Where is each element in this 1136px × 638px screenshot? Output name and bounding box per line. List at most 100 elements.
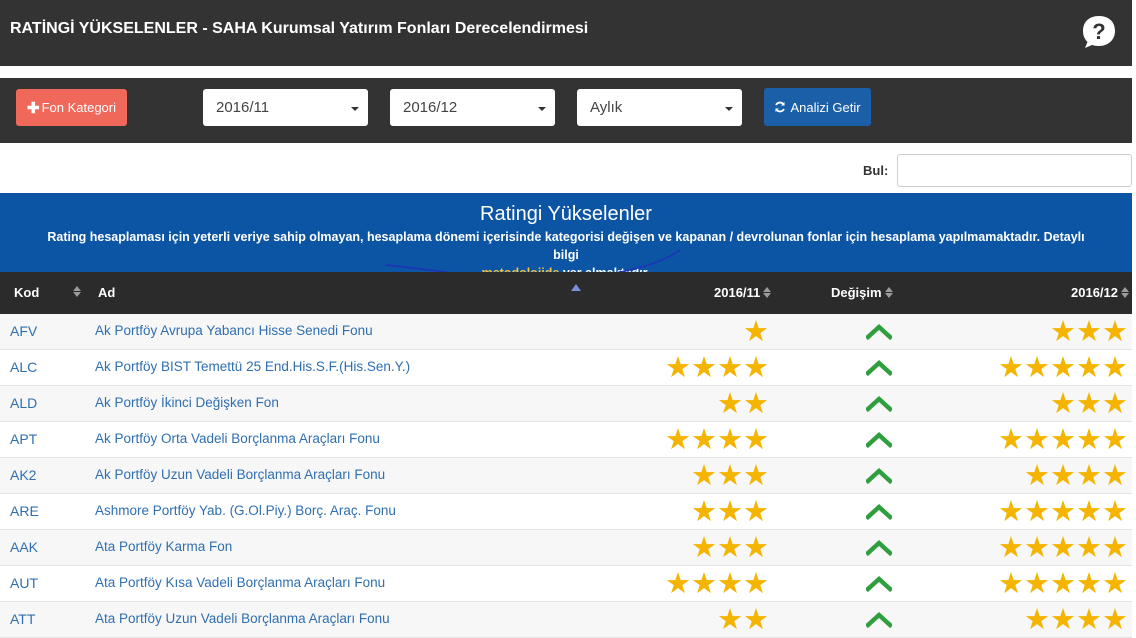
- star-icon: ★: [665, 352, 691, 384]
- table-row[interactable]: AUT Ata Portföy Kısa Vadeli Borçlanma Ara…: [0, 566, 1132, 602]
- refresh-icon: [775, 101, 786, 113]
- fund-name[interactable]: Ak Portföy Orta Vadeli Borçlanma Araçlar…: [95, 431, 380, 446]
- banner-title: Ratingi Yükselenler: [480, 203, 652, 225]
- fund-name[interactable]: Ashmore Portföy Yab. (G.Ol.Piy.) Borç. A…: [95, 503, 396, 518]
- star-icon: ★: [691, 496, 717, 528]
- star-icon: ★: [717, 388, 743, 420]
- fund-name[interactable]: Ata Portföy Karma Fon: [95, 539, 232, 554]
- period-start-select[interactable]: 2016/11: [203, 89, 368, 126]
- analyze-button[interactable]: Analizi Getir: [764, 88, 871, 126]
- page-title: RATİNGİ YÜKSELENLER - SAHA Kurumsal Yatı…: [10, 20, 589, 37]
- star-icon: ★: [1050, 316, 1076, 348]
- star-icon: ★: [691, 568, 717, 600]
- table-row[interactable]: ATT Ata Portföy Uzun Vadeli Borçlanma Ara…: [0, 602, 1132, 638]
- star-icon: ★: [717, 352, 743, 384]
- rating-end-stars: ★ ★ ★ ★: [1024, 461, 1128, 491]
- sort-icon[interactable]: [73, 286, 81, 297]
- star-icon: ★: [743, 424, 769, 456]
- sort-icon: [763, 287, 772, 298]
- column-change[interactable]: Değişim: [831, 285, 893, 300]
- fund-code[interactable]: ALC: [10, 359, 37, 375]
- column-start-label: 2016/11: [714, 285, 761, 300]
- table-row[interactable]: AK2 Ak Portföy Uzun Vadeli Borçlanma Araç…: [0, 458, 1132, 494]
- table-row[interactable]: AAK Ata Portföy Karma Fon ★ ★ ★ ★ ★ ★ ★ ★: [0, 530, 1132, 566]
- fund-name[interactable]: Ak Portföy İkinci Değişken Fon: [95, 395, 279, 410]
- period-end-select[interactable]: 2016/12: [390, 89, 555, 126]
- sort-ascending-icon[interactable]: [571, 284, 581, 291]
- search-input[interactable]: [897, 154, 1132, 187]
- star-icon: ★: [1024, 352, 1050, 384]
- star-icon: ★: [717, 460, 743, 492]
- banner-text-before: Rating hesaplaması için yeterli veriye s…: [47, 230, 1085, 262]
- fund-name[interactable]: Ak Portföy BIST Temettü 25 End.His.S.F.(…: [95, 359, 410, 374]
- star-icon: ★: [743, 460, 769, 492]
- rating-end-stars: ★ ★ ★ ★ ★: [998, 353, 1128, 383]
- rating-start-stars: ★ ★ ★: [691, 533, 769, 563]
- info-banner: Ratingi Yükselenler Rating hesaplaması i…: [0, 193, 1132, 280]
- table-row[interactable]: ALD Ak Portföy İkinci Değişken Fon ★ ★ ★ ★ ★: [0, 386, 1132, 422]
- star-icon: ★: [1102, 496, 1128, 528]
- star-icon: ★: [743, 604, 769, 636]
- star-icon: ★: [1024, 460, 1050, 492]
- star-icon: ★: [1076, 460, 1102, 492]
- star-icon: ★: [743, 352, 769, 384]
- star-icon: ★: [717, 568, 743, 600]
- rating-start-stars: ★ ★: [717, 389, 769, 419]
- star-icon: ★: [1076, 568, 1102, 600]
- rating-end-stars: ★ ★ ★ ★ ★: [998, 569, 1128, 599]
- star-icon: ★: [998, 352, 1024, 384]
- star-icon: ★: [1102, 604, 1128, 636]
- star-icon: ★: [1102, 388, 1128, 420]
- column-kod[interactable]: Kod: [14, 285, 39, 300]
- chevron-up-icon: [866, 467, 892, 485]
- caret-down-icon: [351, 107, 359, 111]
- fund-code[interactable]: ALD: [10, 395, 37, 411]
- plus-icon: ✚: [26, 99, 40, 117]
- star-icon: ★: [1076, 388, 1102, 420]
- fund-name[interactable]: Ak Portföy Uzun Vadeli Borçlanma Araçlar…: [95, 467, 385, 482]
- fund-code[interactable]: AFV: [10, 323, 37, 339]
- column-end-label: 2016/12: [1071, 285, 1118, 300]
- star-icon: ★: [998, 496, 1024, 528]
- fund-name[interactable]: Ak Portföy Avrupa Yabancı Hisse Senedi F…: [95, 323, 373, 338]
- fund-name[interactable]: Ata Portföy Uzun Vadeli Borçlanma Araçla…: [95, 611, 390, 626]
- fund-code[interactable]: ATT: [10, 611, 35, 627]
- filter-toolbar: ✚ Fon Kategori 2016/11 2016/12 Aylık Ana…: [0, 78, 1132, 143]
- frequency-select[interactable]: Aylık: [577, 89, 742, 126]
- svg-text:?: ?: [1092, 19, 1105, 44]
- period-start-value: 2016/11: [216, 99, 270, 116]
- star-icon: ★: [1102, 316, 1128, 348]
- star-icon: ★: [717, 532, 743, 564]
- chevron-up-icon: [866, 431, 892, 449]
- table-row[interactable]: AFV Ak Portföy Avrupa Yabancı Hisse Sened…: [0, 314, 1132, 350]
- fund-code[interactable]: AUT: [10, 575, 38, 591]
- star-icon: ★: [1024, 424, 1050, 456]
- fund-code[interactable]: AK2: [10, 467, 36, 483]
- fund-code[interactable]: AAK: [10, 539, 38, 555]
- table-header: Kod Ad 2016/11 Değişim 2016/12: [0, 272, 1132, 314]
- star-icon: ★: [1024, 604, 1050, 636]
- fund-code[interactable]: ARE: [10, 503, 39, 519]
- table-row[interactable]: ARE Ashmore Portföy Yab. (G.Ol.Piy.) Borç…: [0, 494, 1132, 530]
- rating-start-stars: ★: [743, 317, 769, 347]
- star-icon: ★: [1024, 568, 1050, 600]
- table-row[interactable]: ALC Ak Portföy BIST Temettü 25 End.His.S.…: [0, 350, 1132, 386]
- rating-start-stars: ★ ★ ★ ★: [665, 353, 769, 383]
- sort-icon: [884, 287, 893, 298]
- star-icon: ★: [1076, 352, 1102, 384]
- question-bubble-icon[interactable]: ?: [1081, 14, 1117, 50]
- fund-code[interactable]: APT: [10, 431, 37, 447]
- rating-end-stars: ★ ★ ★: [1050, 317, 1128, 347]
- fund-name[interactable]: Ata Portföy Kısa Vadeli Borçlanma Araçla…: [95, 575, 385, 590]
- star-icon: ★: [1050, 568, 1076, 600]
- table-row[interactable]: APT Ak Portföy Orta Vadeli Borçlanma Araç…: [0, 422, 1132, 458]
- fon-kategori-button[interactable]: ✚ Fon Kategori: [16, 89, 127, 126]
- column-start-period[interactable]: 2016/11: [714, 285, 772, 300]
- star-icon: ★: [1076, 316, 1102, 348]
- column-end-period[interactable]: 2016/12: [1071, 285, 1129, 300]
- star-icon: ★: [691, 532, 717, 564]
- column-ad[interactable]: Ad: [98, 285, 115, 300]
- chevron-up-icon: [866, 539, 892, 557]
- rating-end-stars: ★ ★ ★: [1050, 389, 1128, 419]
- star-icon: ★: [1102, 352, 1128, 384]
